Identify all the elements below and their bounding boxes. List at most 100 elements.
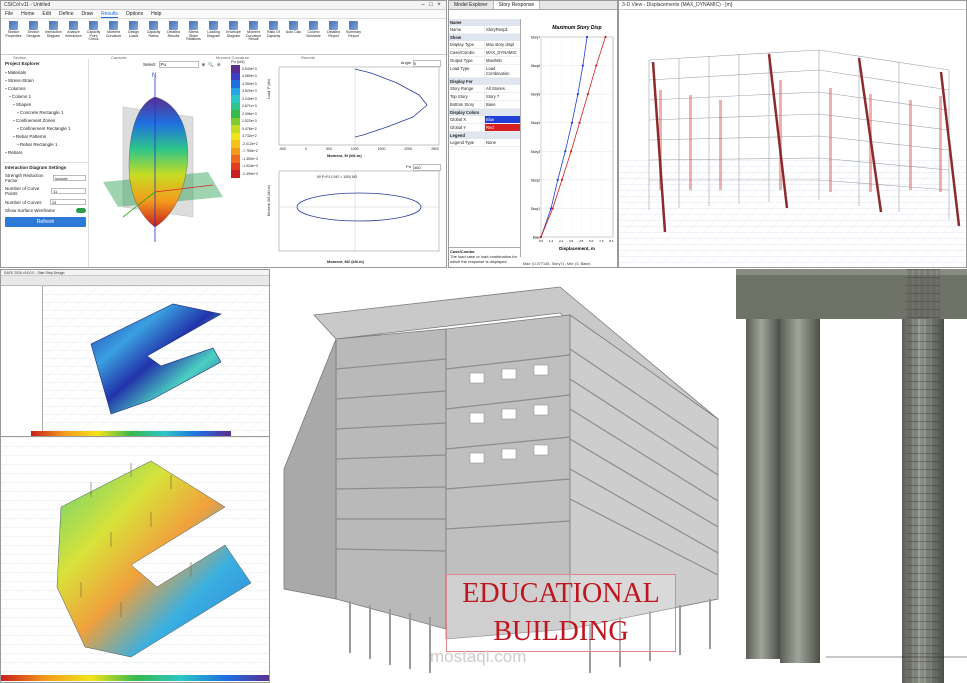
tree-item-label: Confinement Rectangle 1 (19, 125, 71, 131)
legend-entry: -2.012e+2 (231, 140, 265, 148)
tree-item[interactable]: ▪ Stress-Strain (3, 76, 88, 84)
legend-value: 9.476e+2 (242, 126, 257, 131)
prop-value[interactable]: Max/Min (484, 57, 520, 64)
ribbon-button[interactable]: Detailed Report (325, 21, 342, 52)
props-row[interactable]: Top Story Story 7 (449, 93, 520, 101)
prop-value[interactable]: StoryResp1 (484, 26, 520, 33)
tree-item[interactable]: ▪ Columns (3, 84, 88, 92)
ribbon-button[interactable]: Detailed Results (165, 21, 182, 52)
props-row[interactable]: Global X Blue (449, 116, 520, 124)
legend-swatch (231, 102, 240, 110)
menu-help[interactable]: Help (151, 11, 161, 17)
legend-value: 3.245e+3 (242, 96, 257, 101)
tree-item[interactable]: ▪ Confinement Rectangle 1 (3, 124, 88, 132)
props-section-header[interactable]: Display Colors (449, 109, 520, 116)
props-row[interactable]: Case/Combo MAX_DYNAMIC (449, 49, 520, 57)
tree-item[interactable]: ▪ Rebar Rectangle 1 (3, 140, 88, 148)
story-displacement-chart[interactable]: Maximum Story Disp Base Story1 Story2 Story3… (523, 19, 617, 259)
3d-view-displacements[interactable]: 3-D View - Displacements (MAX_DYNAMIC) -… (618, 0, 967, 268)
props-section-header[interactable]: Name (449, 19, 520, 26)
ribbon-button[interactable]: Auto Calc (285, 21, 302, 52)
prop-name: Output Type (450, 58, 473, 63)
prop-value[interactable]: Red (484, 124, 520, 131)
props-section-header[interactable]: Legend (449, 132, 520, 139)
close-icon[interactable]: × (435, 2, 443, 8)
menu-edit[interactable]: Edit (42, 11, 51, 17)
tree-item[interactable]: ▪ Concrete Rectangle 1 (3, 108, 88, 116)
legend-value: -1.350e+3 (242, 156, 258, 161)
prop-value[interactable]: Base (484, 101, 520, 108)
mm-interaction-chart[interactable]: Pu 460 90 P=P1.0 M2 = 1000 M3 Moment, M2… (267, 163, 445, 267)
tree-item[interactable]: ▪ Column 1 (3, 92, 88, 100)
ribbon-button[interactable]: Section Designer (25, 21, 42, 52)
show-surface-toggle[interactable] (76, 208, 86, 213)
props-row[interactable]: Story Range All Stories (449, 85, 520, 93)
ribbon-button[interactable]: Column Schedule (305, 21, 322, 52)
menu-file[interactable]: File (5, 11, 13, 17)
props-section-header[interactable]: Display For (449, 78, 520, 85)
menu-results[interactable]: Results (101, 11, 118, 18)
props-row[interactable]: Legend Type None (449, 139, 520, 147)
settings-input[interactable]: 11 (51, 188, 86, 194)
props-row[interactable]: Bottom Story Base (449, 101, 520, 109)
menu-options[interactable]: Options (126, 11, 143, 17)
color-legend: Pu (kN) 5.543e+3 4.969e+3 4.394e+3 3.820e+3… (231, 59, 265, 209)
tree-item[interactable]: ▪ Shapes (3, 100, 88, 108)
tab-model-explorer[interactable]: Model Explorer (449, 1, 494, 9)
tree-item[interactable]: ▪ Rebar Patterns (3, 132, 88, 140)
slab-deformed-window[interactable] (0, 437, 270, 683)
prop-value[interactable]: Load Combination (484, 65, 520, 77)
series-point (578, 121, 581, 124)
slab-model-explorer (1, 286, 43, 432)
ribbon-button[interactable]: Loading Diagram (205, 21, 222, 52)
menu-draw[interactable]: Draw (81, 11, 93, 17)
props-row[interactable]: Global Y Red (449, 124, 520, 132)
minimize-icon[interactable]: – (419, 2, 427, 8)
ribbon-button[interactable]: Section Properties (5, 21, 22, 52)
refresh-button[interactable]: Refresh (5, 217, 86, 227)
props-row[interactable]: Load Type Load Combination (449, 65, 520, 78)
angle-input[interactable]: 0 (413, 60, 441, 67)
ribbon-button[interactable]: Envelope Diagram (225, 21, 242, 52)
props-row[interactable]: Name StoryResp1 (449, 26, 520, 34)
tree-item[interactable]: ▪ Rebars (3, 148, 88, 156)
prop-value[interactable]: All Stories (484, 85, 520, 92)
ribbon-button[interactable]: Moment Curvature Result (245, 21, 262, 52)
props-section-header[interactable]: Show (449, 34, 520, 41)
menu-home[interactable]: Home (21, 11, 34, 17)
settings-input[interactable]: 24 (50, 199, 86, 205)
interaction-surface-3d-view[interactable]: Select Pu ⊕ 🔍 ⊖ N (93, 59, 231, 267)
tree-item-label: Rebar Patterns (15, 133, 47, 139)
tab-story-response[interactable]: Story Response (493, 1, 541, 9)
prop-value[interactable]: MAX_DYNAMIC (484, 49, 520, 56)
load-input[interactable]: 460 (413, 164, 441, 171)
window-title: CSICol v11 - Untitled (4, 2, 51, 8)
ribbon-button[interactable]: Moment Curvature (105, 21, 122, 52)
legend-swatch (231, 132, 240, 140)
ribbon-button[interactable]: Analyze Interaction (65, 21, 82, 52)
props-row[interactable]: Display Type Max story displ (449, 41, 520, 49)
ribbon-button[interactable]: Capacity Point Check (85, 21, 102, 52)
ribbon-button[interactable]: Stress Strain Relations (185, 21, 202, 52)
legend-swatch (231, 110, 240, 118)
caption-line-2: BUILDING (493, 616, 629, 647)
menu-define[interactable]: Define (59, 11, 73, 17)
slab-contour-window[interactable]: SAFE 2016 v16.0.0 - Slab Strip Design (0, 269, 270, 437)
columns-graphic (736, 269, 967, 683)
pm-interaction-chart[interactable]: Angle 0 -500 0 500 1000 1500 2000 2500 Moment,… (267, 59, 445, 161)
tree-item[interactable]: ▪ Materials (3, 68, 88, 76)
ribbon-button[interactable]: Interaction Diagram (45, 21, 62, 52)
props-row[interactable]: Output Type Max/Min (449, 57, 520, 65)
ribbon-button[interactable]: Summary Report (345, 21, 362, 52)
legend-swatch (231, 95, 240, 103)
maximize-icon[interactable]: □ (427, 2, 435, 8)
settings-input[interactable]: Include (52, 175, 86, 181)
ribbon-button[interactable]: Capacity Ratios (145, 21, 162, 52)
prop-value[interactable]: Max story displ (484, 41, 520, 48)
tree-item[interactable]: ▪ Confinement Zones (3, 116, 88, 124)
prop-value[interactable]: Story 7 (484, 93, 520, 100)
ribbon-button[interactable]: Ratio Of Capacity (265, 21, 282, 52)
ribbon-button[interactable]: Design Loads (125, 21, 142, 52)
prop-value[interactable]: Blue (484, 116, 520, 123)
prop-value[interactable]: None (484, 139, 520, 146)
